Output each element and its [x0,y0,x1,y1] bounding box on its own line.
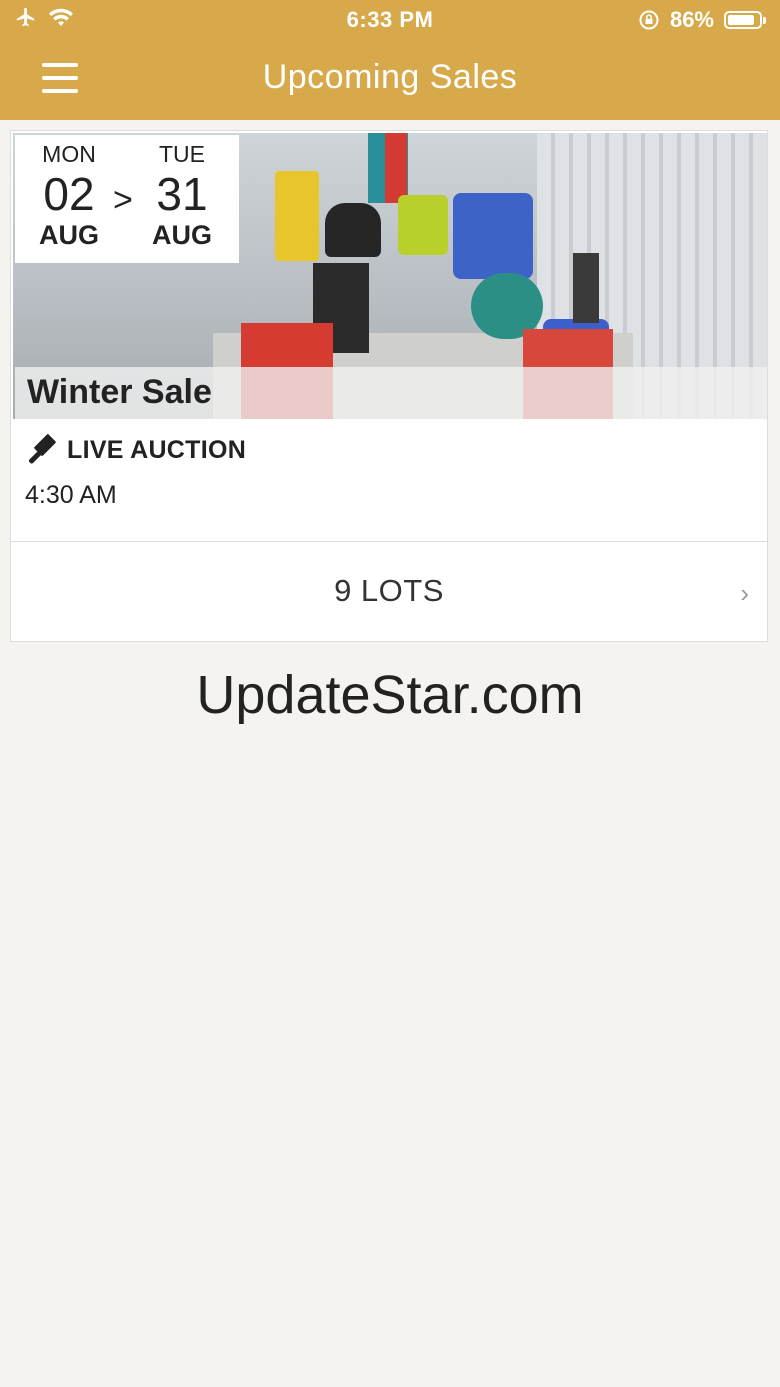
end-date: TUE 31 AUG [132,141,232,251]
watermark: UpdateStar.com [196,665,584,725]
start-month: AUG [39,220,99,250]
status-bar: 6:33 PM 86% [0,0,780,40]
date-separator: > [113,181,133,219]
lots-count: 9 LOTS [334,573,444,608]
end-day: 31 [156,168,208,220]
sale-photo[interactable]: MON 02 AUG > TUE 31 AUG Winter Sale [13,133,767,419]
start-weekday: MON [42,141,96,167]
chevron-right-icon: › [740,578,749,608]
gavel-icon [28,434,56,464]
sale-title-strip: Winter Sale [15,367,767,419]
auction-type-label: LIVE AUCTION [67,435,247,464]
battery-icon [724,11,766,29]
sale-title: Winter Sale [27,373,212,411]
end-month: AUG [152,220,212,250]
sale-card[interactable]: MON 02 AUG > TUE 31 AUG Winter Sale LIVE… [10,130,768,642]
page-title: Upcoming Sales [262,58,518,96]
start-day: 02 [43,168,95,220]
sale-date-range: MON 02 AUG > TUE 31 AUG [15,135,239,263]
end-weekday: TUE [159,141,205,167]
auction-type: LIVE AUCTION [25,433,246,467]
start-date: MON 02 AUG [19,141,119,251]
top-bar: 6:33 PM 86% Upcoming Sales [0,0,780,120]
battery-percent: 86% [669,7,714,32]
sale-time: 4:30 AM [25,481,117,509]
lots-button[interactable]: 9 LOTS › [11,542,767,641]
orientation-lock-icon [639,10,659,30]
